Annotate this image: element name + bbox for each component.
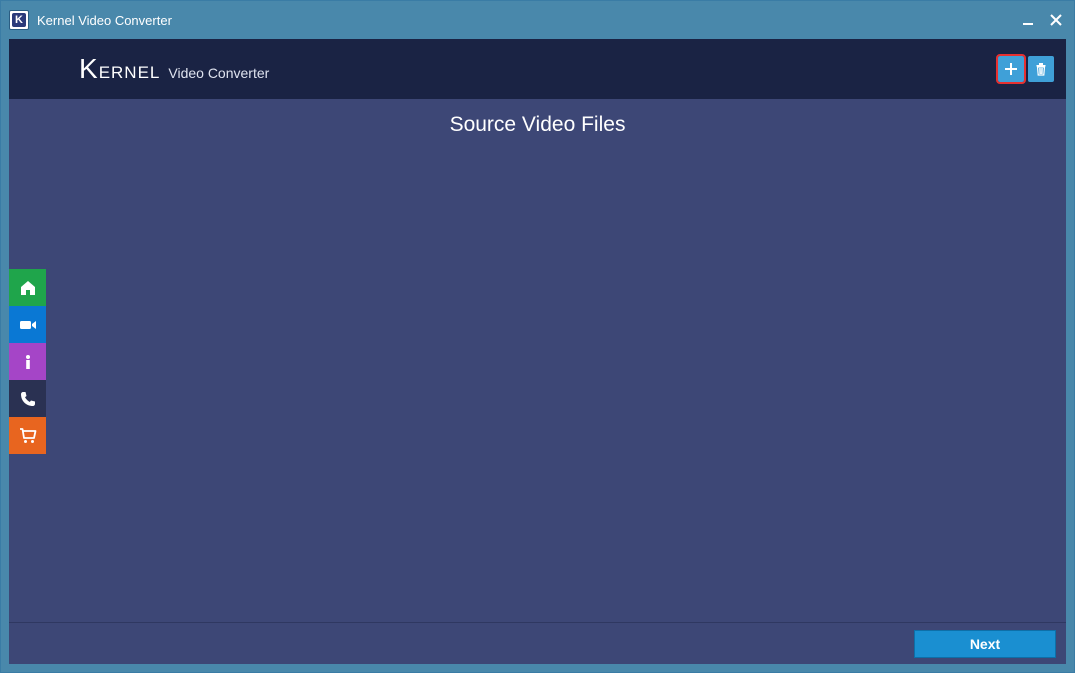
sidebar-item-contact[interactable] bbox=[9, 380, 46, 417]
close-button[interactable] bbox=[1042, 6, 1070, 34]
video-icon bbox=[19, 316, 37, 334]
file-list-area bbox=[9, 141, 1066, 622]
window-title: Kernel Video Converter bbox=[37, 13, 1014, 28]
titlebar: K Kernel Video Converter bbox=[1, 1, 1074, 39]
phone-icon bbox=[20, 391, 36, 407]
trash-icon bbox=[1034, 62, 1048, 76]
side-tabs bbox=[9, 269, 46, 454]
next-button-label: Next bbox=[970, 636, 1000, 652]
app-window: K Kernel Video Converter Kernel Video Co… bbox=[0, 0, 1075, 673]
app-icon: K bbox=[9, 10, 29, 30]
sidebar-item-home[interactable] bbox=[9, 269, 46, 306]
minimize-button[interactable] bbox=[1014, 6, 1042, 34]
app-header: Kernel Video Converter bbox=[9, 39, 1066, 99]
close-icon bbox=[1050, 14, 1062, 26]
sidebar-item-info[interactable] bbox=[9, 343, 46, 380]
delete-file-button[interactable] bbox=[1028, 56, 1054, 82]
brand-subtitle: Video Converter bbox=[168, 65, 269, 81]
brand-name: Kernel bbox=[79, 53, 160, 85]
cart-icon bbox=[19, 427, 37, 445]
info-icon bbox=[19, 353, 37, 371]
add-file-button[interactable] bbox=[998, 56, 1024, 82]
main-panel: Source Video Files bbox=[9, 99, 1066, 664]
panel-title: Source Video Files bbox=[9, 99, 1066, 141]
sidebar-item-video[interactable] bbox=[9, 306, 46, 343]
next-button[interactable]: Next bbox=[914, 630, 1056, 658]
footer-bar: Next bbox=[9, 622, 1066, 664]
content-wrap: Source Video Files bbox=[1, 99, 1074, 672]
home-icon bbox=[19, 279, 37, 297]
window-controls bbox=[1014, 6, 1070, 34]
header-actions bbox=[998, 56, 1054, 82]
sidebar-item-cart[interactable] bbox=[9, 417, 46, 454]
minimize-icon bbox=[1022, 14, 1034, 26]
plus-icon bbox=[1004, 62, 1018, 76]
brand: Kernel Video Converter bbox=[79, 53, 269, 85]
